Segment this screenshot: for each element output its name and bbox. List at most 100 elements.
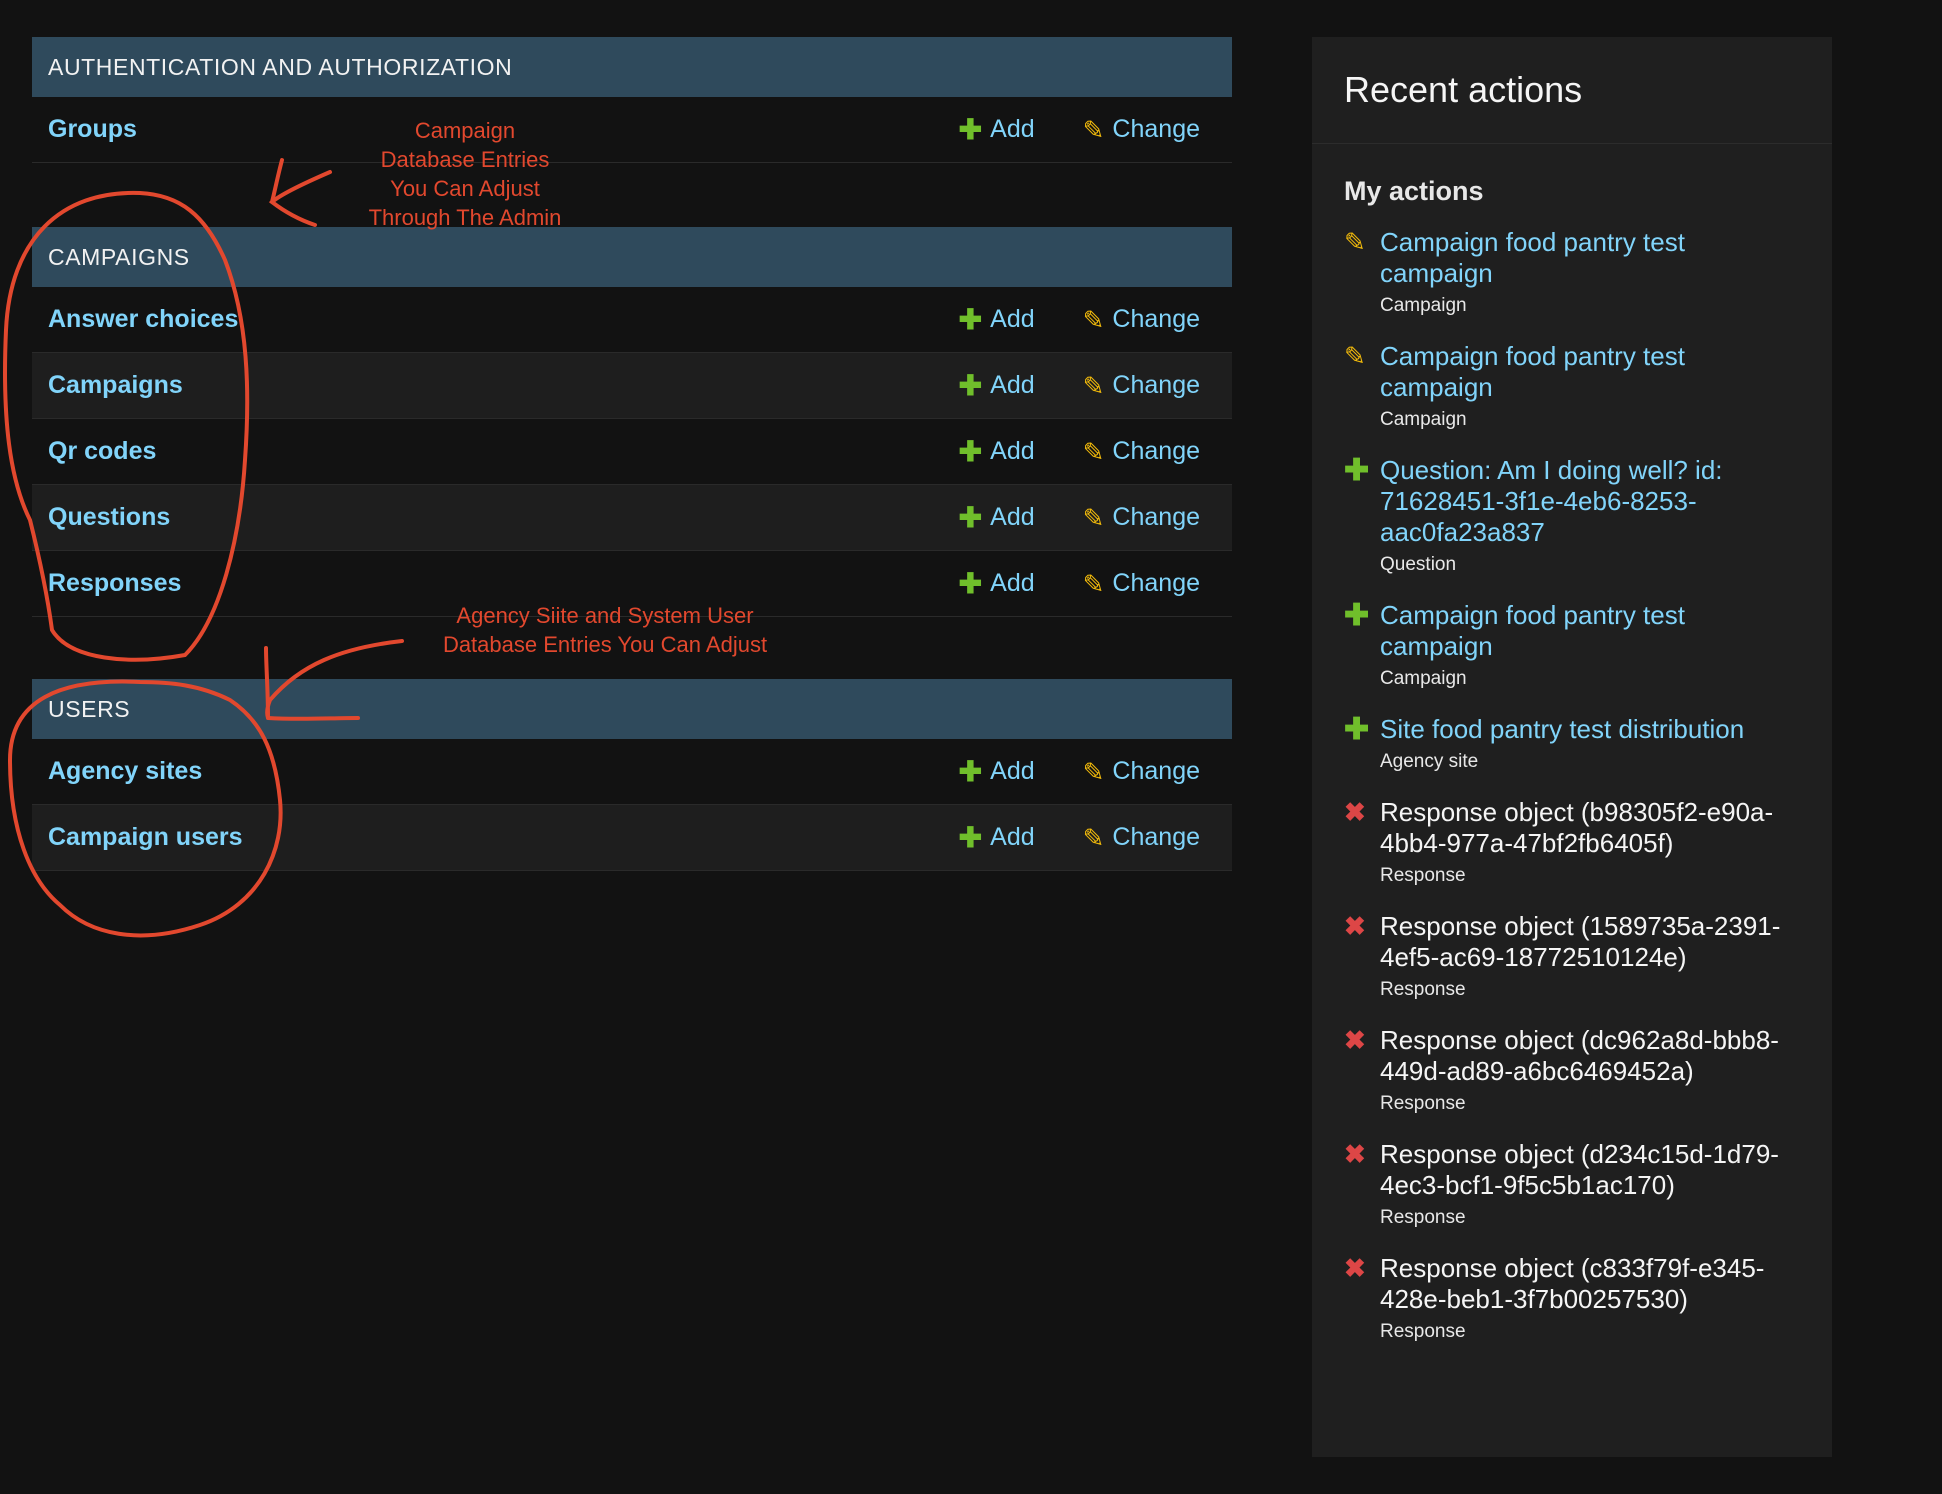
- add-button[interactable]: ✚ Add: [959, 371, 1035, 400]
- pencil-icon: ✎: [1082, 436, 1105, 467]
- plus-icon: ✚: [958, 113, 983, 145]
- model-link-answer-choices[interactable]: Answer choices: [48, 305, 911, 334]
- add-button[interactable]: ✚ Add: [959, 305, 1035, 334]
- table-row: Groups ✚ Add ✎ Change: [32, 97, 1232, 163]
- model-link-agency-sites[interactable]: Agency sites: [48, 757, 911, 786]
- action-link[interactable]: Question: Am I doing well? id: 71628451-…: [1380, 455, 1800, 548]
- change-button[interactable]: ✎ Change: [1083, 757, 1200, 786]
- model-link-qr-codes[interactable]: Qr codes: [48, 437, 911, 466]
- change-label: Change: [1112, 503, 1200, 531]
- change-button[interactable]: ✎ Change: [1083, 371, 1200, 400]
- action-deleted-object: Response object (b98305f2-e90a-4bb4-977a…: [1380, 797, 1774, 858]
- plus-icon: ✚: [958, 821, 983, 853]
- annotation-line: You Can Adjust: [390, 176, 540, 201]
- plus-icon: ✚: [958, 303, 983, 335]
- add-label: Add: [990, 305, 1035, 333]
- app-module-list: AUTHENTICATION AND AUTHORIZATION Groups …: [32, 37, 1232, 933]
- add-button[interactable]: ✚ Add: [959, 503, 1035, 532]
- x-icon: ✖: [1344, 911, 1366, 941]
- model-link-responses[interactable]: Responses: [48, 569, 911, 598]
- change-label: Change: [1112, 305, 1200, 333]
- add-button[interactable]: ✚ Add: [959, 115, 1035, 144]
- recent-actions-title: Recent actions: [1312, 37, 1832, 144]
- add-label: Add: [990, 437, 1035, 465]
- change-button[interactable]: ✎ Change: [1083, 823, 1200, 852]
- annotation-campaigns: Campaign Database Entries You Can Adjust…: [340, 116, 590, 232]
- list-item: ✚ Question: Am I doing well? id: 7162845…: [1344, 455, 1800, 576]
- add-label: Add: [990, 757, 1035, 785]
- plus-icon: ✚: [1344, 599, 1370, 632]
- pencil-icon: ✎: [1082, 568, 1105, 599]
- table-row: Agency sites ✚ Add ✎ Change: [32, 739, 1232, 805]
- action-deleted-object: Response object (c833f79f-e345-428e-beb1…: [1380, 1253, 1765, 1314]
- add-button[interactable]: ✚ Add: [959, 757, 1035, 786]
- action-link[interactable]: Site food pantry test distribution: [1380, 714, 1800, 745]
- x-icon: ✖: [1344, 1139, 1366, 1169]
- change-label: Change: [1112, 569, 1200, 597]
- add-label: Add: [990, 823, 1035, 851]
- table-row: Questions ✚ Add ✎ Change: [32, 485, 1232, 551]
- action-list: ✎ Campaign food pantry test campaign Camp…: [1312, 207, 1832, 1343]
- action-deleted-object: Response object (1589735a-2391-4ef5-ac69…: [1380, 911, 1781, 972]
- model-link-campaign-users[interactable]: Campaign users: [48, 823, 911, 852]
- add-label: Add: [990, 503, 1035, 531]
- action-type: Response: [1380, 1321, 1466, 1342]
- add-label: Add: [990, 371, 1035, 399]
- module-campaigns: CAMPAIGNS Answer choices ✚ Add ✎ Change Ca…: [32, 227, 1232, 617]
- list-item: ✎ Campaign food pantry test campaign Camp…: [1344, 227, 1800, 317]
- x-icon: ✖: [1344, 797, 1366, 827]
- plus-icon: ✚: [958, 435, 983, 467]
- change-label: Change: [1112, 757, 1200, 785]
- action-type: Campaign: [1380, 295, 1467, 316]
- add-label: Add: [990, 569, 1035, 597]
- change-label: Change: [1112, 823, 1200, 851]
- action-link[interactable]: Campaign food pantry test campaign: [1380, 227, 1800, 289]
- list-item: ✚ Site food pantry test distribution Agen…: [1344, 714, 1800, 773]
- annotation-line: Campaign: [414, 118, 516, 143]
- pencil-icon: ✎: [1082, 502, 1105, 533]
- action-type: Response: [1380, 865, 1466, 886]
- model-link-campaigns[interactable]: Campaigns: [48, 371, 911, 400]
- list-item: ✖ Response object (c833f79f-e345-428e-be…: [1344, 1253, 1800, 1343]
- action-link[interactable]: Campaign food pantry test campaign: [1380, 341, 1800, 403]
- plus-icon: ✚: [958, 755, 983, 787]
- module-authentication: AUTHENTICATION AND AUTHORIZATION Groups …: [32, 37, 1232, 163]
- change-label: Change: [1112, 437, 1200, 465]
- module-header: CAMPAIGNS: [32, 227, 1232, 287]
- add-button[interactable]: ✚ Add: [959, 437, 1035, 466]
- change-button[interactable]: ✎ Change: [1083, 305, 1200, 334]
- change-button[interactable]: ✎ Change: [1083, 437, 1200, 466]
- action-type: Campaign: [1380, 409, 1467, 430]
- action-type: Agency site: [1380, 751, 1479, 772]
- table-row: Campaigns ✚ Add ✎ Change: [32, 353, 1232, 419]
- change-label: Change: [1112, 115, 1200, 143]
- plus-icon: ✚: [958, 567, 983, 599]
- module-users: USERS Agency sites ✚ Add ✎ Change Campaign…: [32, 679, 1232, 871]
- change-button[interactable]: ✎ Change: [1083, 569, 1200, 598]
- add-button[interactable]: ✚ Add: [959, 823, 1035, 852]
- pencil-icon: ✎: [1082, 114, 1105, 145]
- add-label: Add: [990, 115, 1035, 143]
- pencil-icon: ✎: [1082, 756, 1105, 787]
- pencil-icon: ✎: [1082, 822, 1105, 853]
- action-type: Response: [1380, 979, 1466, 1000]
- pencil-icon: ✎: [1344, 341, 1366, 371]
- change-button[interactable]: ✎ Change: [1083, 115, 1200, 144]
- annotation-line: Database Entries You Can Adjust: [442, 632, 768, 657]
- model-link-questions[interactable]: Questions: [48, 503, 911, 532]
- annotation-line: Database Entries: [380, 147, 550, 172]
- change-label: Change: [1112, 371, 1200, 399]
- action-type: Response: [1380, 1207, 1466, 1228]
- add-button[interactable]: ✚ Add: [959, 569, 1035, 598]
- action-deleted-object: Response object (d234c15d-1d79-4ec3-bcf1…: [1380, 1139, 1779, 1200]
- list-item: ✖ Response object (1589735a-2391-4ef5-ac…: [1344, 911, 1800, 1001]
- plus-icon: ✚: [1344, 713, 1370, 746]
- pencil-icon: ✎: [1082, 304, 1105, 335]
- action-link[interactable]: Campaign food pantry test campaign: [1380, 600, 1800, 662]
- x-icon: ✖: [1344, 1025, 1366, 1055]
- annotation-line: Through The Admin: [368, 205, 562, 230]
- change-button[interactable]: ✎ Change: [1083, 503, 1200, 532]
- module-header: AUTHENTICATION AND AUTHORIZATION: [32, 37, 1232, 97]
- action-type: Response: [1380, 1093, 1466, 1114]
- my-actions-heading: My actions: [1344, 176, 1484, 206]
